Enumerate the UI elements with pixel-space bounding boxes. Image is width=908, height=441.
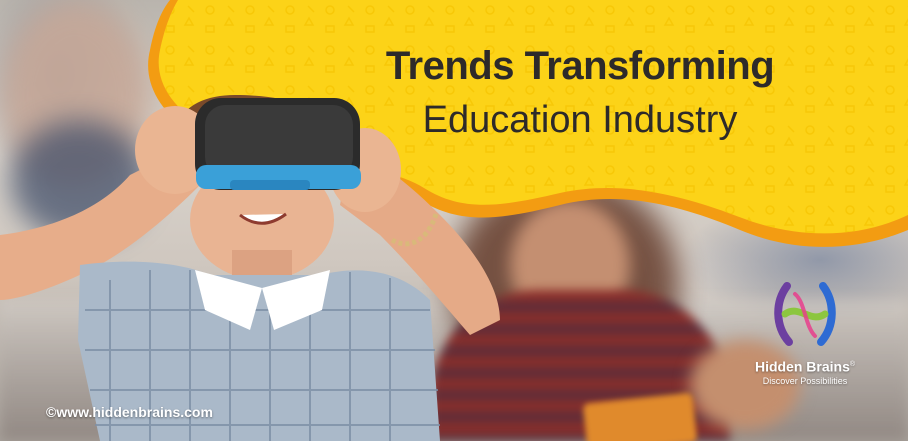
copyright-url: ©www.hiddenbrains.com: [46, 404, 213, 420]
brand-name: Hidden Brains®: [740, 357, 870, 375]
education-banner: Trends Transforming Education Industry ©…: [0, 0, 908, 441]
registered-mark: ®: [849, 361, 856, 368]
brand-name-text: Hidden Brains: [754, 358, 850, 375]
hidden-brains-logo-mark-icon: [774, 282, 836, 346]
brand-tagline: Discover Possibilities: [762, 375, 848, 386]
hidden-brains-logo: Hidden Brains® Discover Possibilities: [740, 282, 870, 394]
